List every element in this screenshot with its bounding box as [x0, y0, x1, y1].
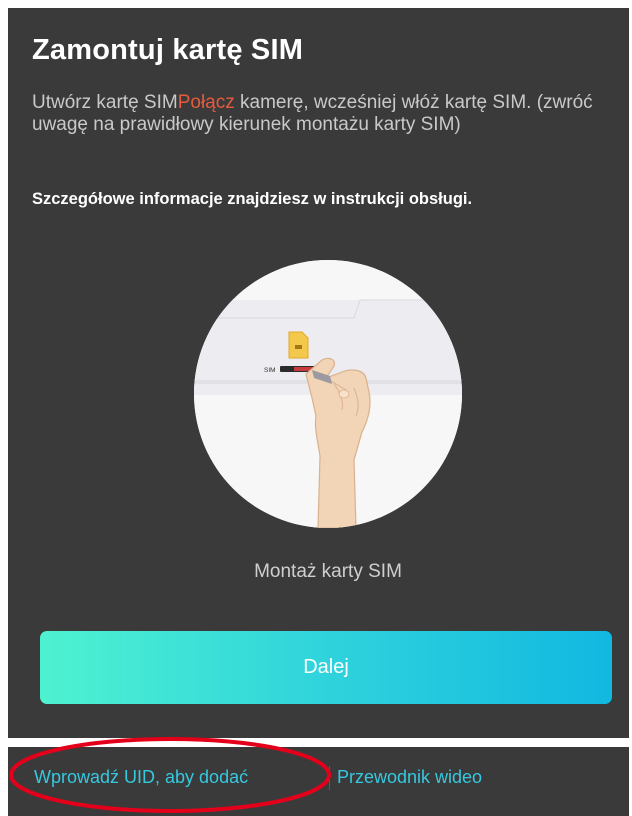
- page-title: Zamontuj kartę SIM: [32, 34, 304, 66]
- illustration-caption: Montaż karty SIM: [254, 561, 402, 582]
- instruction-text: Utwórz kartę SIMPołącz kamerę, wcześniej…: [32, 92, 622, 136]
- instruction-highlight: Połącz: [177, 92, 235, 113]
- setup-panel: Zamontuj kartę SIM Utwórz kartę SIMPołąc…: [8, 8, 629, 738]
- manual-note: Szczegółowe informacje znajdziesz w inst…: [32, 190, 473, 208]
- sim-install-illustration: SIM: [194, 260, 462, 528]
- sim-slot-label: SIM: [264, 367, 276, 374]
- instruction-text-start: Utwórz kartę SIM: [32, 92, 178, 113]
- next-button[interactable]: Dalej: [40, 631, 612, 704]
- video-guide-link[interactable]: Przewodnik wideo: [337, 767, 482, 788]
- footer-divider: [329, 766, 330, 790]
- sim-card-icon: [288, 331, 309, 359]
- footer-bar: Wprowadź UID, aby dodać Przewodnik wideo: [8, 747, 629, 816]
- enter-uid-link[interactable]: Wprowadź UID, aby dodać: [34, 767, 248, 788]
